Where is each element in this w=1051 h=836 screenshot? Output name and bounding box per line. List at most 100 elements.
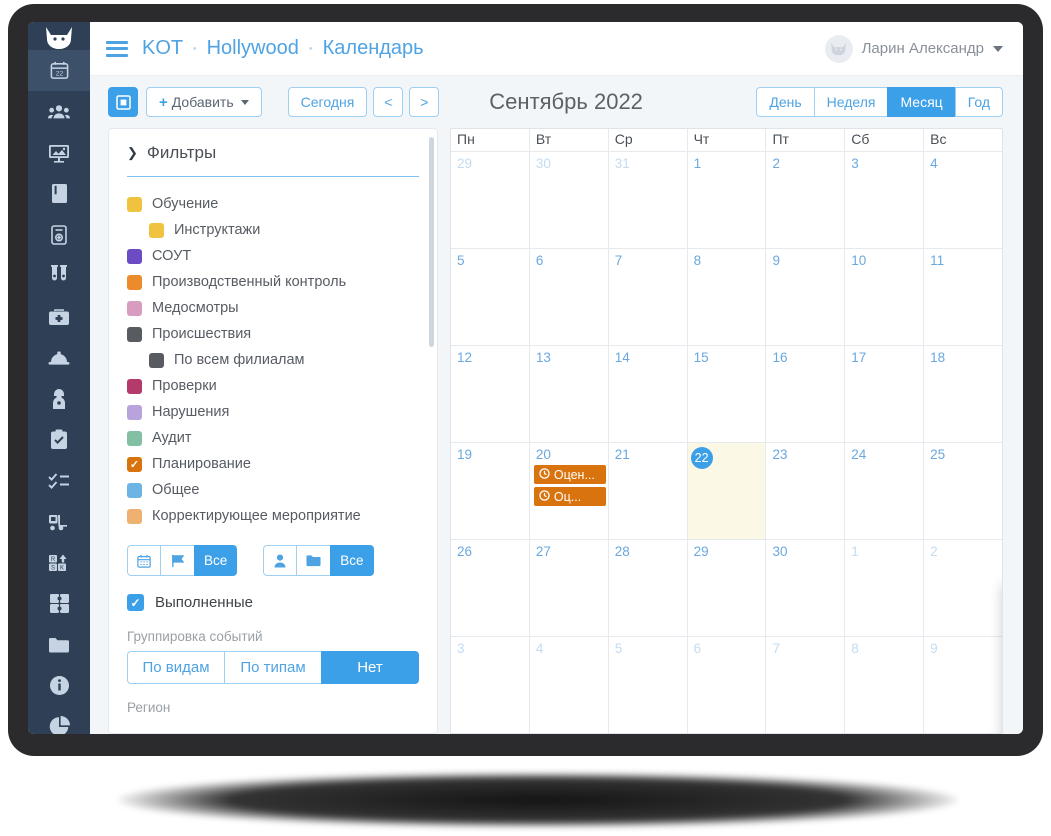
calendar-day-cell[interactable]: 14	[609, 346, 688, 442]
filter-folder-button[interactable]	[296, 545, 331, 576]
calendar-day-cell[interactable]: 26	[451, 540, 530, 636]
filter-color-swatch[interactable]	[127, 248, 142, 264]
calendar-day-cell[interactable]: 11	[924, 249, 1002, 345]
filter-item[interactable]: Аудит	[127, 425, 419, 451]
calendar-day-cell[interactable]: 2	[766, 152, 846, 248]
calendar-day-cell[interactable]: 23	[766, 443, 846, 539]
filters-header[interactable]: ❯ Фильтры	[127, 143, 419, 163]
sidebar-item-checklist[interactable]	[28, 419, 90, 460]
filter-color-swatch[interactable]	[127, 508, 142, 524]
filter-item[interactable]: Нарушения	[127, 399, 419, 425]
calendar-day-cell[interactable]: 15	[688, 346, 767, 442]
calendar-day-cell[interactable]: 1	[845, 540, 925, 636]
filter-color-swatch[interactable]	[127, 300, 142, 316]
calendar-day-cell[interactable]: 10	[845, 249, 925, 345]
filter-item[interactable]: Проверки	[127, 373, 419, 399]
filter-color-swatch[interactable]	[127, 430, 142, 446]
filter-all-right-button[interactable]: Все	[330, 545, 374, 576]
calendar-day-cell[interactable]: 1	[688, 152, 767, 248]
calendar-day-cell[interactable]: 4	[530, 637, 609, 733]
grouping-by-kind-button[interactable]: По видам	[127, 651, 224, 684]
sidebar-item-transport[interactable]	[28, 501, 90, 542]
filter-color-swatch[interactable]	[127, 404, 142, 420]
hamburger-menu-icon[interactable]	[106, 37, 128, 60]
filter-flag-button[interactable]	[160, 545, 194, 576]
sidebar-item-calendar[interactable]: 22	[28, 50, 90, 91]
completed-checkbox[interactable]	[127, 594, 144, 611]
filter-item[interactable]: Медосмотры	[127, 295, 419, 321]
completed-checkbox-row[interactable]: Выполненные	[127, 594, 419, 611]
today-button[interactable]: Сегодня	[287, 87, 368, 117]
calendar-day-cell[interactable]: 9	[924, 637, 1002, 733]
calendar-day-cell[interactable]: 9	[766, 249, 846, 345]
sidebar-item-library[interactable]	[28, 173, 90, 214]
panel-scrollbar[interactable]	[429, 137, 434, 347]
filter-calendar-button[interactable]	[127, 545, 160, 576]
sidebar-item-helmet[interactable]	[28, 337, 90, 378]
calendar-day-cell[interactable]: 27	[530, 540, 609, 636]
breadcrumb-item-0[interactable]: KOT	[142, 37, 183, 59]
calendar-day-cell[interactable]: 30	[530, 152, 609, 248]
sidebar-item-tasks[interactable]	[28, 460, 90, 501]
view-week-button[interactable]: Неделя	[813, 87, 888, 117]
calendar-event-chip[interactable]: Оцен...	[533, 465, 606, 484]
filter-item[interactable]: Общее	[127, 477, 419, 503]
filter-item[interactable]: Обучение	[127, 191, 419, 217]
calendar-day-cell[interactable]: 22	[687, 443, 767, 539]
calendar-day-cell[interactable]: 20 Оцен... Оц...	[530, 443, 609, 539]
sidebar-item-puzzle[interactable]	[28, 583, 90, 624]
filter-color-swatch[interactable]	[127, 326, 142, 342]
sidebar-item-lab[interactable]	[28, 255, 90, 296]
calendar-day-cell[interactable]: 17	[845, 346, 925, 442]
calendar-event-chip[interactable]: Оц...	[533, 487, 606, 506]
calendar-day-cell[interactable]: 7	[609, 249, 688, 345]
calendar-day-cell[interactable]: 28	[609, 540, 688, 636]
calendar-day-cell[interactable]: 19	[451, 443, 530, 539]
filter-item[interactable]: СОУТ	[127, 243, 419, 269]
calendar-day-cell[interactable]: 5	[609, 637, 688, 733]
calendar-day-cell[interactable]: 29	[688, 540, 767, 636]
filter-person-button[interactable]	[263, 545, 297, 576]
filter-item[interactable]: Производственный контроль	[127, 269, 419, 295]
view-day-button[interactable]: День	[756, 87, 814, 117]
filter-color-swatch[interactable]	[127, 274, 142, 290]
calendar-day-cell[interactable]: 8	[688, 249, 767, 345]
calendar-day-cell[interactable]: 8	[845, 637, 925, 733]
calendar-day-cell[interactable]: 4	[924, 152, 1002, 248]
calendar-day-cell[interactable]: 6	[688, 637, 767, 733]
breadcrumb-item-2[interactable]: Календарь	[323, 37, 424, 59]
filter-all-left-button[interactable]: Все	[194, 545, 238, 576]
filter-item[interactable]: Корректирующее мероприятие	[127, 503, 419, 529]
sidebar-item-medical[interactable]	[28, 296, 90, 337]
calendar-day-cell[interactable]: 21	[609, 443, 688, 539]
cat-logo-icon[interactable]	[28, 26, 90, 50]
sidebar-item-analytics[interactable]	[28, 706, 90, 734]
sidebar-item-worker[interactable]	[28, 378, 90, 419]
add-button[interactable]: + Добавить	[146, 87, 262, 117]
panel-toggle-button[interactable]	[108, 87, 138, 117]
breadcrumb-item-1[interactable]: Hollywood	[207, 37, 299, 59]
calendar-day-cell[interactable]: 7	[766, 637, 846, 733]
filter-item[interactable]: Планирование	[127, 451, 419, 477]
sidebar-item-documents[interactable]	[28, 624, 90, 665]
filter-color-swatch[interactable]	[127, 482, 142, 498]
sidebar-item-info[interactable]	[28, 665, 90, 706]
calendar-day-cell[interactable]: 30	[766, 540, 846, 636]
chevron-down-icon[interactable]	[993, 45, 1003, 52]
calendar-day-cell[interactable]: 18	[924, 346, 1002, 442]
filter-color-swatch[interactable]	[149, 352, 164, 368]
filter-color-swatch[interactable]	[127, 456, 142, 472]
calendar-day-cell[interactable]: 5	[451, 249, 530, 345]
filter-item[interactable]: Инструктажи	[127, 217, 419, 243]
view-month-button[interactable]: Месяц	[887, 87, 955, 117]
filter-item[interactable]: Происшествия	[127, 321, 419, 347]
calendar-day-cell[interactable]: 13	[530, 346, 609, 442]
filter-item[interactable]: По всем филиалам	[127, 347, 419, 373]
calendar-day-cell[interactable]: 24	[845, 443, 925, 539]
prev-month-button[interactable]: <	[373, 87, 404, 117]
sidebar-item-device[interactable]	[28, 214, 90, 255]
next-month-button[interactable]: >	[409, 87, 440, 117]
filter-color-swatch[interactable]	[127, 196, 142, 212]
calendar-day-cell[interactable]: 3	[451, 637, 530, 733]
calendar-day-cell[interactable]: 31	[609, 152, 688, 248]
